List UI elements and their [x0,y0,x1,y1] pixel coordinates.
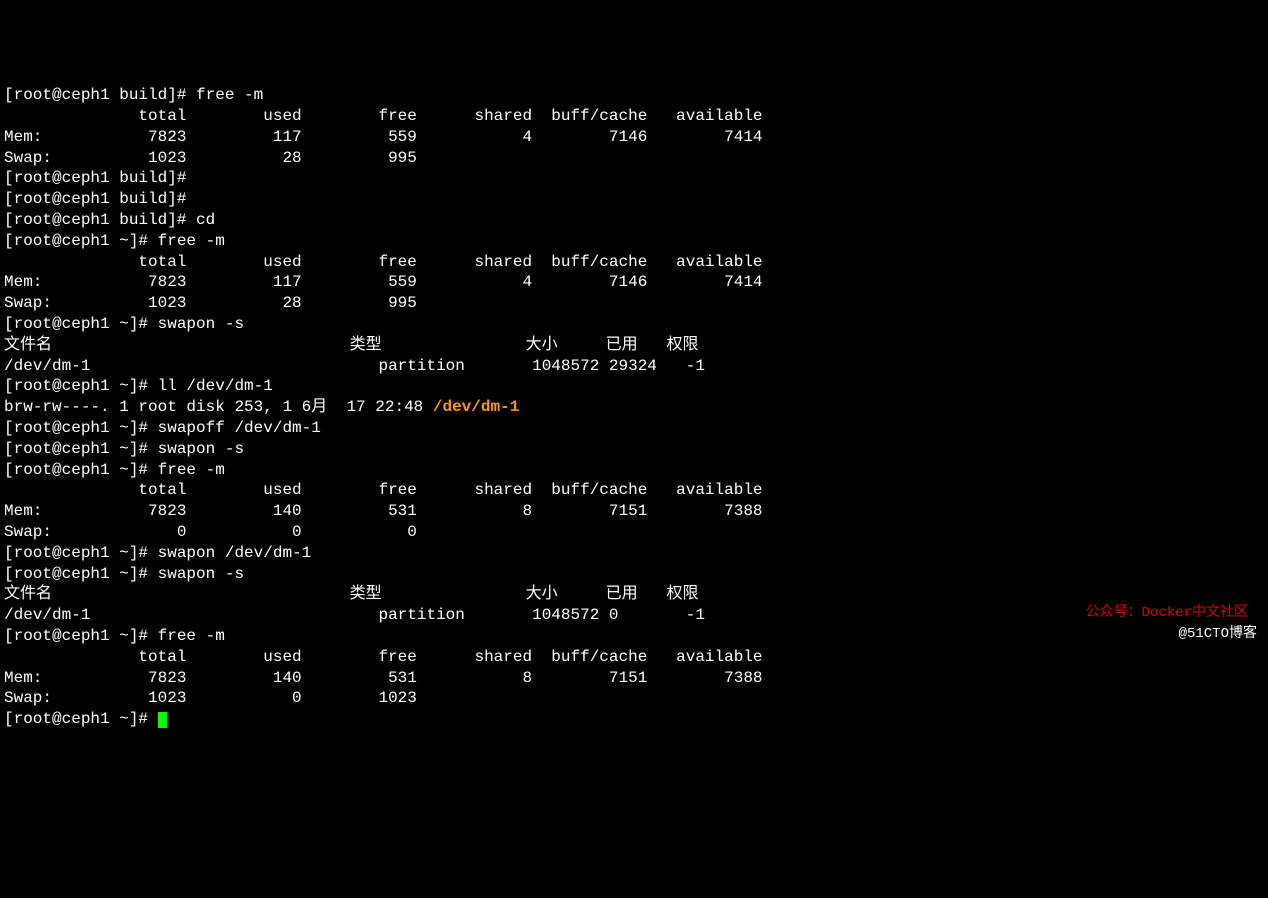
cursor-icon [158,712,167,728]
free-swap-row: Swap: 1023 0 1023 [4,689,417,707]
free-mem-row: Mem: 7823 117 559 4 7146 7414 [4,128,763,146]
prompt: [root@ceph1 ~]# [4,627,158,645]
free-swap-row: Swap: 1023 28 995 [4,294,417,312]
command: swapon -s [158,565,244,583]
free-mem-row: Mem: 7823 140 531 8 7151 7388 [4,502,763,520]
prompt: [root@ceph1 build]# [4,190,196,208]
command: free -m [158,627,225,645]
command: free -m [158,232,225,250]
watermark-white: @51CTO博客 [1176,624,1260,644]
prompt: [root@ceph1 ~]# [4,440,158,458]
terminal-output[interactable]: [root@ceph1 build]# free -m total used f… [0,83,1268,732]
command: ll /dev/dm-1 [158,377,273,395]
free-header: total used free shared buff/cache availa… [4,253,763,271]
ll-path-highlight: /dev/dm-1 [433,398,519,416]
prompt: [root@ceph1 build]# [4,169,196,187]
free-header: total used free shared buff/cache availa… [4,481,763,499]
prompt: [root@ceph1 ~]# [4,565,158,583]
prompt: [root@ceph1 ~]# [4,461,158,479]
prompt: [root@ceph1 ~]# [4,315,158,333]
swapon-header: 文件名 类型 大小 已用 权限 [4,585,699,603]
free-header: total used free shared buff/cache availa… [4,648,763,666]
prompt: [root@ceph1 build]# [4,86,196,104]
prompt: [root@ceph1 ~]# [4,232,158,250]
command: cd [196,211,215,229]
prompt: [root@ceph1 ~]# [4,544,158,562]
free-swap-row: Swap: 1023 28 995 [4,149,417,167]
prompt: [root@ceph1 ~]# [4,419,158,437]
command: free -m [158,461,225,479]
watermark-red: 公众号：Docker中文社区 [1086,604,1248,622]
command: swapoff /dev/dm-1 [158,419,321,437]
prompt: [root@ceph1 ~]# [4,377,158,395]
free-mem-row: Mem: 7823 140 531 8 7151 7388 [4,669,763,687]
swapon-header: 文件名 类型 大小 已用 权限 [4,336,699,354]
free-swap-row: Swap: 0 0 0 [4,523,417,541]
command: free -m [196,86,263,104]
swapon-row: /dev/dm-1 partition 1048572 29324 -1 [4,357,705,375]
command: swapon -s [158,315,244,333]
free-header: total used free shared buff/cache availa… [4,107,763,125]
command: swapon -s [158,440,244,458]
command: swapon /dev/dm-1 [158,544,312,562]
prompt: [root@ceph1 build]# [4,211,196,229]
free-mem-row: Mem: 7823 117 559 4 7146 7414 [4,273,763,291]
prompt: [root@ceph1 ~]# [4,710,158,728]
swapon-row: /dev/dm-1 partition 1048572 0 -1 [4,606,705,624]
ll-output: brw-rw----. 1 root disk 253, 1 6月 17 22:… [4,398,433,416]
